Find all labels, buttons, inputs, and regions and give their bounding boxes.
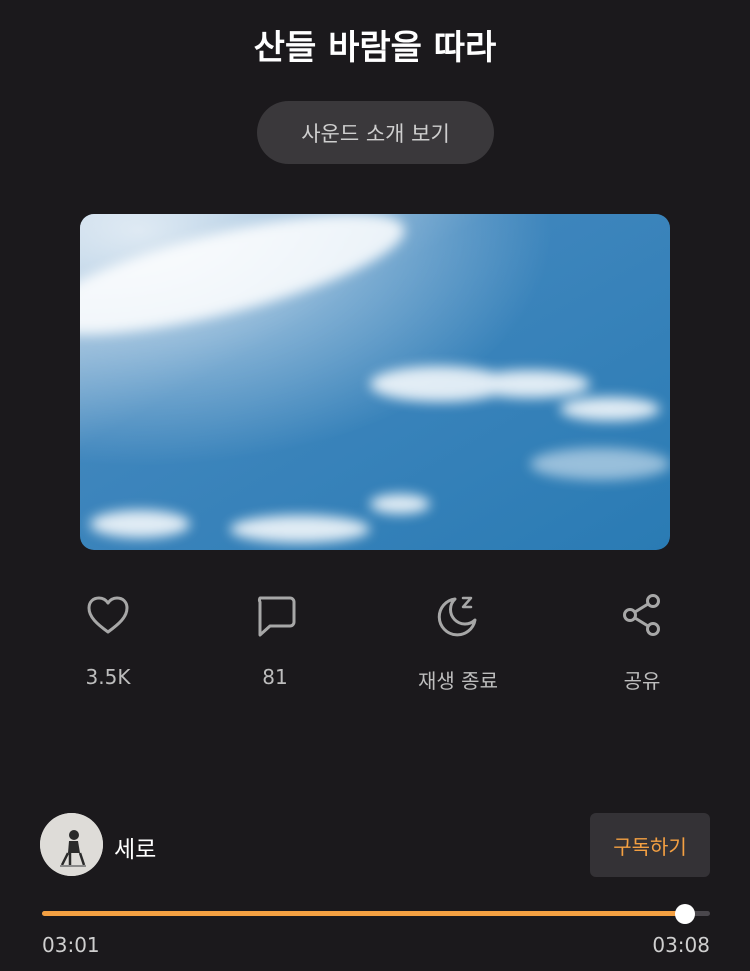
sleep-timer-label: 재생 종료 xyxy=(418,669,498,693)
sound-title: 산들 바람을 따라 xyxy=(253,28,497,68)
share-icon xyxy=(623,594,660,636)
sound-intro-button[interactable]: 사운드 소개 보기 xyxy=(257,101,494,164)
action-bar: 3.5K 81 재생 종료 공유 xyxy=(0,590,750,700)
like-count: 3.5K xyxy=(85,665,131,689)
like-action[interactable]: 3.5K xyxy=(38,590,178,689)
subscribe-button[interactable]: 구독하기 xyxy=(590,813,710,877)
share-label: 공유 xyxy=(623,669,661,693)
comment-icon xyxy=(257,596,296,637)
elapsed-time: 03:01 xyxy=(42,933,100,957)
artist-name[interactable]: 세로 xyxy=(114,830,156,864)
share-action[interactable]: 공유 xyxy=(572,590,712,694)
progress-bar[interactable] xyxy=(42,901,710,925)
heart-icon xyxy=(87,596,129,634)
sleep-timer-action[interactable]: 재생 종료 xyxy=(388,590,528,694)
comment-count: 81 xyxy=(262,665,288,689)
cover-image xyxy=(80,214,670,550)
total-time: 03:08 xyxy=(652,933,710,957)
comment-action[interactable]: 81 xyxy=(205,590,345,689)
progress-fill xyxy=(42,911,685,916)
sleep-timer-icon xyxy=(437,596,477,637)
artist-avatar[interactable] xyxy=(40,813,103,876)
progress-thumb[interactable] xyxy=(674,904,695,924)
